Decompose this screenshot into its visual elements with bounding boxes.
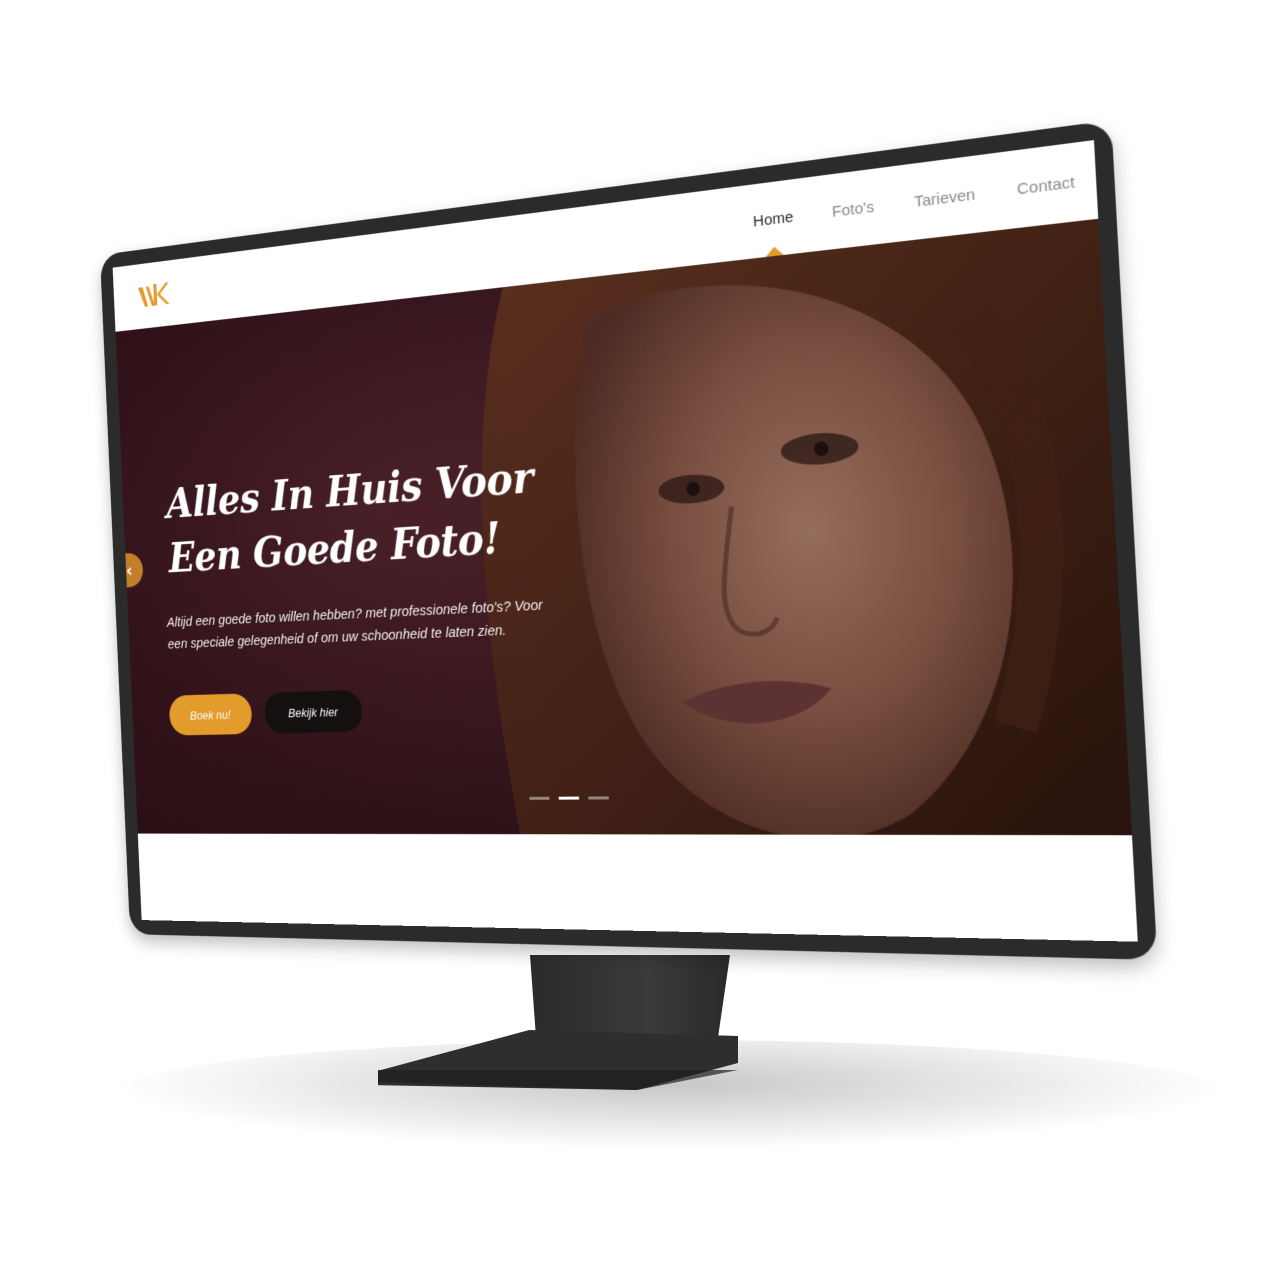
nav-item-home[interactable]: Home [753, 208, 794, 230]
scene: Home Foto's Tarieven Contact R Alles In … [0, 0, 1280, 1280]
nav-item-cut-off[interactable]: R [1118, 166, 1132, 186]
slider-dot-2[interactable] [558, 796, 580, 800]
slider-dot-3[interactable] [588, 796, 609, 800]
nav-item-fotos[interactable]: Foto's [832, 198, 875, 221]
monitor-perspective: Home Foto's Tarieven Contact R Alles In … [0, 0, 1280, 1280]
view-here-button[interactable]: Bekijk hier [263, 689, 364, 734]
slider-dot-1[interactable] [529, 796, 550, 800]
monitor-screen: Home Foto's Tarieven Contact R Alles In … [112, 140, 1138, 942]
nav-item-contact[interactable]: Contact [1016, 173, 1075, 198]
monitor-frame: Home Foto's Tarieven Contact R Alles In … [99, 120, 1158, 960]
nav-item-tarieven[interactable]: Tarieven [914, 185, 976, 211]
slider-dots [529, 796, 609, 800]
book-now-button[interactable]: Boek nu! [168, 693, 253, 736]
wk-logo-icon[interactable] [136, 277, 171, 314]
